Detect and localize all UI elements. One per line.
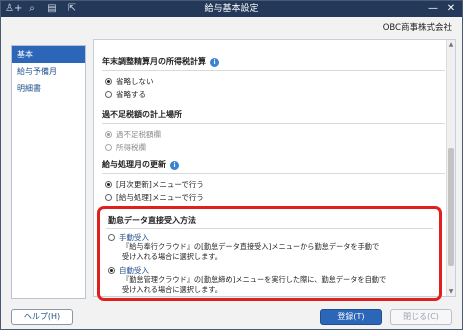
update-section: 給与処理月の更新 i [月次更新]メニューで行う [給与処理]メニューで行う xyxy=(102,158,445,204)
scroll-down-icon[interactable]: ▼ xyxy=(447,287,455,296)
radio-button[interactable] xyxy=(105,78,112,85)
option-label: [給与処理]メニューで行う xyxy=(116,193,204,202)
info-icon[interactable]: i xyxy=(170,160,179,170)
scroll-up-icon[interactable]: ▲ xyxy=(447,40,455,49)
radio-button xyxy=(105,131,112,138)
help-button[interactable]: ヘルプ(H) xyxy=(11,309,73,325)
section-title: 給与処理月の更新 xyxy=(102,160,166,169)
option-label: 省略しない xyxy=(116,77,154,86)
description-line: 受け入れる場合に選択します。 xyxy=(122,285,222,294)
minimize-icon[interactable]: — xyxy=(426,1,440,17)
divider xyxy=(102,70,445,71)
scroll-thumb[interactable] xyxy=(448,148,454,266)
close-icon[interactable]: ✕ xyxy=(444,1,458,17)
scrollbar[interactable]: ▲ ▼ xyxy=(446,40,455,296)
year-end-option-omit[interactable]: 省略する xyxy=(102,88,445,101)
company-name: OBC商事株式会社 xyxy=(382,23,452,33)
shortage-option-income-tax: 所得税欄 xyxy=(102,141,445,154)
description-line: 『勤怠管理クラウド』の[勤怠締め]メニューを実行した際に、勤怠データを自動で xyxy=(122,275,387,284)
title-bar: ♙+ ⌕ ▤ ⇱ 給与基本設定 — ✕ xyxy=(1,1,462,17)
sidebar-item-statement[interactable]: 明細書 xyxy=(12,80,85,97)
auto-description: 『勤怠管理クラウド』の[勤怠締め]メニューを実行した際に、勤怠データを自動で 受… xyxy=(122,275,422,295)
radio-button[interactable] xyxy=(105,181,112,188)
shortage-option-excess: 過不足税額欄 xyxy=(102,128,445,141)
window-title: 給与基本設定 xyxy=(204,4,259,14)
option-label: 過不足税額欄 xyxy=(116,130,161,139)
update-option-salary[interactable]: [給与処理]メニューで行う xyxy=(102,191,445,204)
settings-window: ♙+ ⌕ ▤ ⇱ 給与基本設定 — ✕ OBC商事株式会社 基本 給与予備月 明… xyxy=(0,0,463,330)
sidebar-item-salary-reserve-month[interactable]: 給与予備月 xyxy=(12,63,85,80)
section-title: 過不足税額の計上場所 xyxy=(102,110,182,119)
manual-description: 『給与奉行クラウド』の[勤怠データ直接受入]メニューから勤怠データを手動で 受け… xyxy=(122,242,422,262)
radio-button[interactable] xyxy=(108,267,115,274)
divider xyxy=(102,123,445,124)
update-option-monthly[interactable]: [月次更新]メニューで行う xyxy=(102,178,445,191)
description-line: 『給与奉行クラウド』の[勤怠データ直接受入]メニューから勤怠データを手動で xyxy=(122,242,380,251)
description-line: 受け入れる場合に選択します。 xyxy=(122,252,222,261)
radio-button[interactable] xyxy=(105,91,112,98)
radio-button[interactable] xyxy=(108,234,115,241)
register-button[interactable]: 登録(T) xyxy=(320,309,382,325)
section-title: 勤怠データ直接受入方法 xyxy=(108,216,196,225)
year-end-option-no-omit[interactable]: 省略しない xyxy=(102,75,445,88)
close-button[interactable]: 閉じる(C) xyxy=(390,309,452,325)
info-icon[interactable]: i xyxy=(210,57,219,67)
option-label: [月次更新]メニューで行う xyxy=(116,180,204,189)
sidebar-item-basic[interactable]: 基本 xyxy=(12,46,85,63)
option-label: 所得税欄 xyxy=(116,143,146,152)
radio-button[interactable] xyxy=(105,194,112,201)
option-label: 省略する xyxy=(116,90,146,99)
divider xyxy=(102,173,445,174)
section-title: 年末調整精算月の所得税計算 xyxy=(102,57,206,66)
year-end-section: 年末調整精算月の所得税計算 i 省略しない 省略する xyxy=(102,55,445,101)
attendance-section: 勤怠データ直接受入方法 手動受入 『給与奉行クラウド』の[勤怠データ直接受入]メ… xyxy=(97,206,442,301)
shortage-section: 過不足税額の計上場所 過不足税額欄 所得税欄 xyxy=(102,108,445,154)
divider xyxy=(106,228,433,229)
sidebar: 基本 給与予備月 明細書 xyxy=(11,45,86,299)
radio-button xyxy=(105,144,112,151)
